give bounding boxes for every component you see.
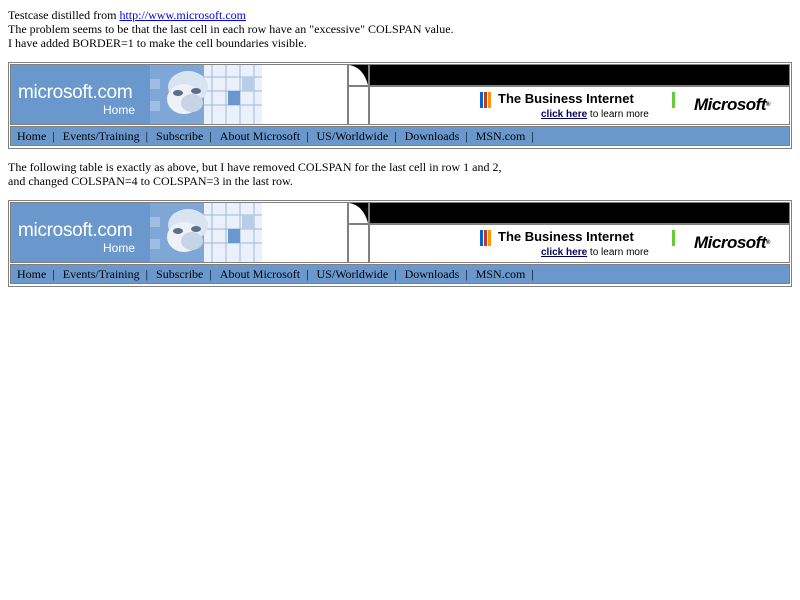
nav-separator: | (394, 267, 397, 281)
nav-separator: | (209, 129, 212, 143)
logo-cell[interactable]: microsoft.com Home (10, 202, 348, 263)
nav-about-microsoft[interactable]: About Microsoft (220, 267, 300, 281)
ad-title: The Business Internet (498, 91, 634, 106)
nav-downloads[interactable]: Downloads (405, 129, 460, 143)
black-bar-cell (369, 202, 790, 224)
nav-separator: | (394, 129, 397, 143)
logo-cell[interactable]: microsoft.com Home (10, 64, 348, 125)
ad-cell[interactable]: The Business Internet click here to lear… (369, 86, 790, 125)
intro-line-2: The problem seems to be that the last ce… (8, 22, 454, 36)
nav-separator: | (209, 267, 212, 281)
intro-prefix: Testcase distilled from (8, 8, 120, 22)
ad-green-bar (672, 230, 675, 246)
nav-separator: | (306, 129, 309, 143)
color-bars-icon (480, 92, 491, 108)
ad-title: The Business Internet (498, 229, 634, 244)
nav-separator: | (52, 129, 55, 143)
ad-suffix: to learn more (587, 109, 649, 120)
empty-cell (348, 224, 369, 263)
second-intro-line-2: and changed COLSPAN=4 to COLSPAN=3 in th… (8, 174, 293, 188)
empty-cell (348, 86, 369, 125)
photo-icon (150, 203, 262, 262)
nav-events-training[interactable]: Events/Training (63, 129, 140, 143)
ad-subtitle: click here to learn more (541, 247, 649, 259)
banner-table-1: microsoft.com Home The Business Internet… (8, 62, 792, 149)
intro-text: Testcase distilled from http://www.micro… (8, 8, 792, 50)
microsoft-logo-mark: ® (766, 102, 770, 108)
microsoft-logo-text: Microsoft (694, 233, 767, 252)
curve-cell (348, 64, 369, 86)
nav-row: Home | Events/Training | Subscribe | About Mic… (10, 126, 790, 146)
color-bars-icon (480, 230, 491, 246)
nav-row: Home | Events/Training | Subscribe | About Mic… (10, 264, 790, 284)
curve-corner-icon (349, 65, 368, 85)
intro-line-1: Testcase distilled from http://www.micro… (8, 8, 792, 22)
curve-corner-icon (349, 203, 368, 223)
click-here-link[interactable]: click here (541, 247, 587, 258)
nav-separator: | (145, 129, 149, 143)
click-here-link[interactable]: click here (541, 109, 587, 120)
nav-msn[interactable]: MSN.com (476, 267, 526, 281)
logo-home: Home (103, 241, 136, 255)
nav-home[interactable]: Home (17, 267, 46, 281)
logo-text: microsoft.com (18, 220, 133, 241)
ad-subtitle: click here to learn more (541, 109, 649, 121)
nav-separator: | (465, 129, 468, 143)
curve-cell (348, 202, 369, 224)
banner-table-2: microsoft.com Home The Business Internet… (8, 200, 792, 287)
microsoft-logo[interactable]: Microsoft® (694, 234, 770, 252)
microsoft-logo-text: Microsoft (694, 95, 767, 114)
nav-subscribe[interactable]: Subscribe (156, 267, 203, 281)
nav-us-worldwide[interactable]: US/Worldwide (317, 267, 389, 281)
second-intro-text: The following table is exactly as above,… (8, 160, 792, 188)
nav-separator: | (145, 267, 149, 281)
nav-home[interactable]: Home (17, 129, 46, 143)
ad-green-bar (672, 92, 675, 108)
nav-separator: | (465, 267, 468, 281)
nav-downloads[interactable]: Downloads (405, 267, 460, 281)
logo-home: Home (103, 103, 136, 117)
nav-separator: | (52, 267, 55, 281)
second-intro-line-1: The following table is exactly as above,… (8, 160, 502, 174)
logo-text: microsoft.com (18, 82, 133, 103)
ad-cell[interactable]: The Business Internet click here to lear… (369, 224, 790, 263)
microsoft-logo[interactable]: Microsoft® (694, 96, 770, 114)
nav-subscribe[interactable]: Subscribe (156, 129, 203, 143)
nav-bar: Home | Events/Training | Subscribe | About Mic… (17, 267, 542, 281)
nav-separator: | (531, 129, 534, 143)
nav-about-microsoft[interactable]: About Microsoft (220, 129, 300, 143)
nav-separator: | (306, 267, 309, 281)
nav-bar: Home | Events/Training | Subscribe | About Mic… (17, 129, 542, 143)
ad-suffix: to learn more (587, 247, 649, 258)
microsoft-logo-mark: ® (766, 240, 770, 246)
nav-msn[interactable]: MSN.com (476, 129, 526, 143)
nav-us-worldwide[interactable]: US/Worldwide (317, 129, 389, 143)
photo-icon (150, 65, 262, 124)
microsoft-link[interactable]: http://www.microsoft.com (119, 8, 246, 22)
intro-line-3: I have added BORDER=1 to make the cell b… (8, 36, 307, 50)
nav-separator: | (531, 267, 534, 281)
nav-events-training[interactable]: Events/Training (63, 267, 140, 281)
black-bar-cell (369, 64, 790, 86)
